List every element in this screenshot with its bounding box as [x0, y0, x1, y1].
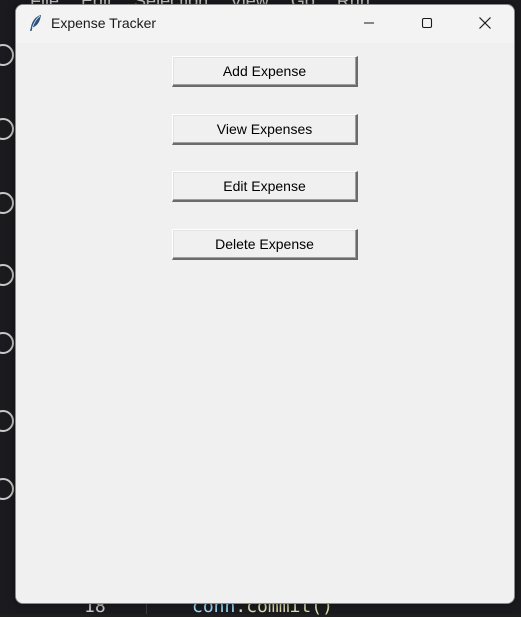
- remote-icon: [0, 410, 14, 432]
- background-activity-bar: [0, 0, 16, 614]
- maximize-icon: [421, 17, 433, 29]
- run-debug-icon: [0, 192, 14, 214]
- add-expense-button[interactable]: Add Expense: [172, 56, 358, 87]
- minimize-button[interactable]: [346, 5, 392, 41]
- minimize-icon: [363, 17, 375, 29]
- window-title: Expense Tracker: [51, 15, 156, 31]
- close-button[interactable]: [462, 5, 508, 41]
- title-bar[interactable]: Expense Tracker: [16, 5, 514, 43]
- delete-expense-button[interactable]: Delete Expense: [172, 229, 358, 260]
- feather-icon: [28, 14, 44, 32]
- account-icon: [0, 478, 14, 500]
- maximize-button[interactable]: [404, 5, 450, 41]
- source-control-icon: [0, 118, 14, 140]
- edit-expense-button[interactable]: Edit Expense: [172, 171, 358, 202]
- view-expenses-button[interactable]: View Expenses: [172, 114, 358, 145]
- testing-icon: [0, 332, 14, 354]
- close-icon: [478, 16, 492, 30]
- extensions-icon: [0, 264, 14, 286]
- expense-tracker-window: Expense Tracker Add Expense View Expense…: [15, 4, 515, 604]
- explorer-icon: [0, 44, 14, 66]
- client-area: Add Expense View Expenses Edit Expense D…: [16, 43, 514, 604]
